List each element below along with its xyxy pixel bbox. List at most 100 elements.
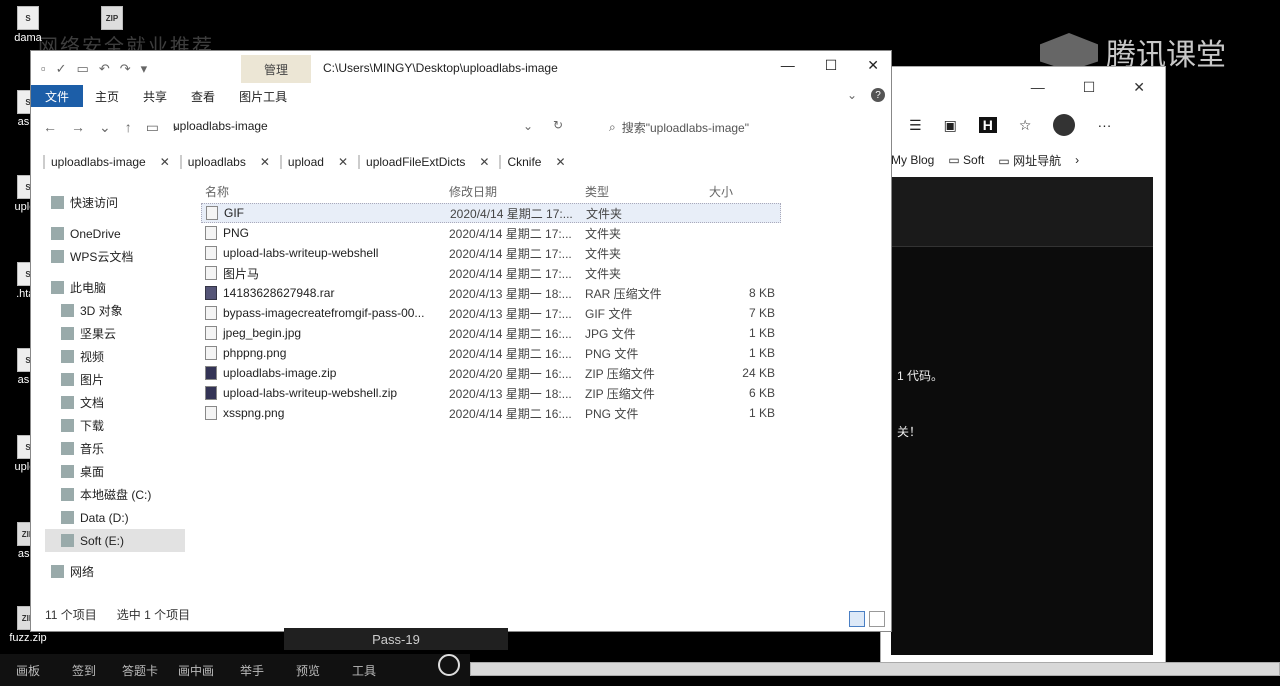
qa-undo-icon[interactable]: ↶ <box>99 61 110 77</box>
classroom-tool-button[interactable]: 画板 <box>0 662 56 679</box>
file-row[interactable]: jpeg_begin.jpg 2020/4/14 星期二 16:... JPG … <box>201 323 781 343</box>
file-row[interactable]: 图片马 2020/4/14 星期二 17:... 文件夹 <box>201 263 781 283</box>
sidebar-item[interactable]: 图片 <box>45 368 185 391</box>
close-button[interactable]: ✕ <box>867 57 879 74</box>
column-name[interactable]: 名称 <box>201 183 449 203</box>
sidebar-item[interactable]: 下载 <box>45 414 185 437</box>
minimize-button[interactable]: — <box>781 57 795 74</box>
sidebar-item[interactable]: Soft (E:) <box>45 529 185 552</box>
item-count: 11 个项目 <box>45 608 97 622</box>
sidebar-item[interactable]: 文档 <box>45 391 185 414</box>
tab-view[interactable]: 查看 <box>179 88 227 105</box>
classroom-tool-button[interactable]: 工具 <box>336 662 392 679</box>
folder-tab[interactable]: Cknife ✕ <box>499 155 566 169</box>
sidebar-item[interactable]: 快速访问 <box>45 191 185 214</box>
address-breadcrumb[interactable]: uploadlabs-image <box>173 119 268 133</box>
sidebar-item[interactable]: 此电脑 <box>45 276 185 299</box>
file-icon <box>205 326 217 340</box>
folder-tab[interactable]: uploadlabs-image ✕ <box>43 155 170 169</box>
extension-h-icon[interactable]: H <box>978 117 997 133</box>
nav-icon <box>61 304 74 317</box>
fav-folder-nav[interactable]: ▭ 网址导航 <box>998 152 1061 169</box>
file-row[interactable]: PNG 2020/4/14 星期二 17:... 文件夹 <box>201 223 781 243</box>
folder-tab[interactable]: upload ✕ <box>279 155 348 169</box>
favorites-icon[interactable]: ☆ <box>1019 117 1032 134</box>
pass-label: Pass-19 <box>284 628 508 650</box>
folder-tab[interactable]: uploadFileExtDicts ✕ <box>358 155 489 169</box>
classroom-tool-button[interactable]: 预览 <box>280 662 336 679</box>
sidebar-item[interactable]: 坚果云 <box>45 322 185 345</box>
power-icon[interactable] <box>438 654 460 676</box>
manage-tab[interactable]: 管理 <box>241 55 311 83</box>
qa-dropdown-icon[interactable]: ▾ <box>141 61 148 77</box>
folder-tab-label: uploadlabs <box>187 155 246 169</box>
tab-share[interactable]: 共享 <box>131 88 179 105</box>
column-size[interactable]: 大小 <box>695 183 775 203</box>
large-icons-view-button[interactable] <box>869 611 885 627</box>
file-row[interactable]: uploadlabs-image.zip 2020/4/20 星期一 16:..… <box>201 363 781 383</box>
file-row[interactable]: xsspng.png 2020/4/14 星期二 16:... PNG 文件 1… <box>201 403 781 423</box>
sidebar-item[interactable]: WPS云文档 <box>45 245 185 268</box>
desktop-icon[interactable]: ZIP <box>88 6 136 32</box>
forward-arrow-icon[interactable]: → <box>71 119 85 136</box>
sidebar-item[interactable]: 网络 <box>45 560 185 583</box>
recent-dropdown-icon[interactable]: ⌄ <box>99 119 111 136</box>
browser-minimize-button[interactable]: — <box>1031 79 1045 95</box>
close-icon[interactable]: ✕ <box>479 155 489 169</box>
close-icon[interactable]: ✕ <box>338 155 348 169</box>
file-row[interactable]: upload-labs-writeup-webshell 2020/4/14 星… <box>201 243 781 263</box>
tab-file[interactable]: 文件 <box>31 85 84 107</box>
more-menu-icon[interactable]: ··· <box>1097 117 1111 133</box>
refresh-icon[interactable]: ↻ <box>553 118 563 132</box>
classroom-tool-button[interactable]: 画中画 <box>168 662 224 679</box>
sidebar-item[interactable]: 音乐 <box>45 437 185 460</box>
reading-list-icon[interactable]: ☰ <box>909 117 922 134</box>
column-type[interactable]: 类型 <box>585 183 695 203</box>
sidebar-item[interactable]: 本地磁盘 (C:) <box>45 483 185 506</box>
browser-close-button[interactable]: ✕ <box>1133 79 1145 96</box>
folder-tab[interactable]: uploadlabs ✕ <box>179 155 270 169</box>
sidebar-item[interactable]: 桌面 <box>45 460 185 483</box>
file-row[interactable]: 14183628627948.rar 2020/4/13 星期一 18:... … <box>201 283 781 303</box>
fav-folder-soft[interactable]: ▭ Soft <box>948 153 984 167</box>
profile-avatar[interactable] <box>1053 114 1076 136</box>
up-arrow-icon[interactable]: ↑ <box>125 119 132 136</box>
qa-properties-icon[interactable]: ▫ <box>41 61 46 77</box>
qa-redo-icon[interactable]: ↷ <box>120 61 131 77</box>
file-row[interactable]: GIF 2020/4/14 星期二 17:... 文件夹 <box>201 203 781 223</box>
collections-icon[interactable]: ▣ <box>944 117 957 134</box>
file-row[interactable]: upload-labs-writeup-webshell.zip 2020/4/… <box>201 383 781 403</box>
help-icon[interactable]: ? <box>871 88 885 102</box>
tab-picture-tools[interactable]: 图片工具 <box>227 88 299 105</box>
tab-home[interactable]: 主页 <box>83 88 131 105</box>
classroom-tool-button[interactable]: 举手 <box>224 662 280 679</box>
search-icon: ⌕ <box>609 119 616 134</box>
close-icon[interactable]: ✕ <box>260 155 270 169</box>
maximize-button[interactable]: ☐ <box>825 57 838 74</box>
page-text-pass: 关！ <box>897 425 922 439</box>
address-dropdown-icon[interactable]: ⌄ <box>523 119 533 133</box>
browser-maximize-button[interactable]: ☐ <box>1083 79 1096 96</box>
classroom-tool-button[interactable]: 答题卡 <box>112 662 168 679</box>
details-view-button[interactable] <box>849 611 865 627</box>
fav-more-chevron-icon[interactable]: › <box>1075 153 1079 167</box>
horizontal-scrollbar[interactable] <box>470 662 1280 676</box>
file-row[interactable]: phppng.png 2020/4/14 星期二 16:... PNG 文件 1… <box>201 343 781 363</box>
search-box[interactable]: ⌕ 搜索"uploadlabs-image" <box>603 115 873 139</box>
classroom-tool-button[interactable]: 签到 <box>56 662 112 679</box>
ribbon-expand-icon[interactable]: ⌄ <box>847 88 857 102</box>
file-date: 2020/4/14 星期二 17:... <box>450 206 573 221</box>
desktop-icon[interactable]: Sdama <box>4 6 52 44</box>
back-arrow-icon[interactable]: ← <box>43 119 57 136</box>
close-icon[interactable]: ✕ <box>555 155 565 169</box>
sidebar-item[interactable]: OneDrive <box>45 222 185 245</box>
column-date[interactable]: 修改日期 <box>449 183 585 203</box>
sidebar-item[interactable]: 3D 对象 <box>45 299 185 322</box>
sidebar-item[interactable]: 视频 <box>45 345 185 368</box>
qa-folder-icon[interactable]: ▭ <box>77 61 89 77</box>
sidebar-item[interactable]: Data (D:) <box>45 506 185 529</box>
fav-my-blog[interactable]: My Blog <box>891 153 934 167</box>
qa-check-icon[interactable]: ✓ <box>56 61 67 77</box>
file-row[interactable]: bypass-imagecreatefromgif-pass-00... 202… <box>201 303 781 323</box>
close-icon[interactable]: ✕ <box>160 155 170 169</box>
